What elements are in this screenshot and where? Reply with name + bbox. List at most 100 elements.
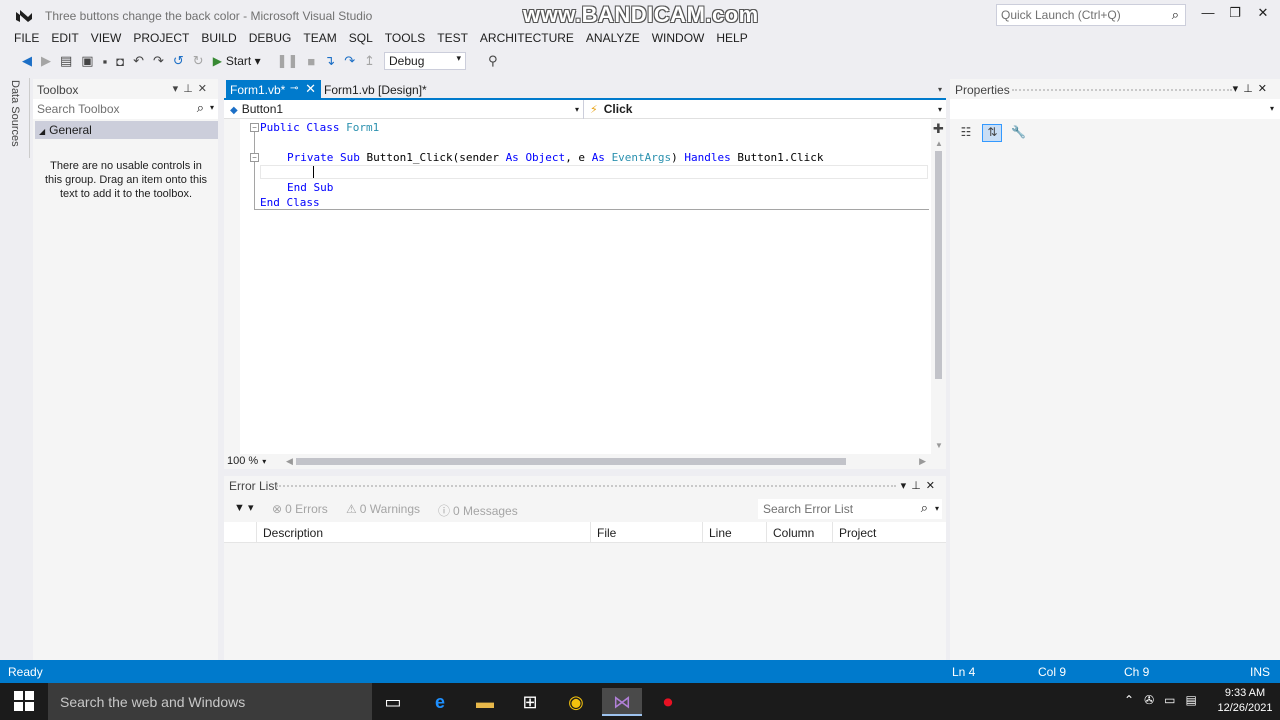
menu-build[interactable]: BUILD	[195, 30, 242, 46]
bandicam-record-icon[interactable]: ⏺	[648, 688, 688, 716]
menu-tools[interactable]: TOOLS	[379, 30, 431, 46]
column-description[interactable]: Description	[256, 522, 590, 543]
taskbar-clock[interactable]: 9:33 AM 12/26/2021	[1214, 686, 1276, 716]
toolbox-group-general[interactable]: ◢ General	[35, 121, 218, 139]
dropdown-icon[interactable]: ▾	[1233, 83, 1244, 95]
property-pages-icon[interactable]: 🔧	[1009, 125, 1029, 143]
close-icon[interactable]: ✕	[1258, 83, 1272, 95]
menu-window[interactable]: WINDOW	[646, 30, 711, 46]
visual-studio-taskbar-icon[interactable]: ⋈	[602, 688, 642, 716]
step-over-icon[interactable]: ↷	[344, 53, 355, 69]
navigate-back-icon[interactable]: ◀	[22, 53, 32, 69]
pin-icon[interactable]: ⊥	[1243, 83, 1258, 95]
split-window-icon[interactable]: ✚	[933, 121, 944, 137]
scroll-right-icon[interactable]: ▶	[919, 456, 926, 467]
menu-analyze[interactable]: ANALYZE	[580, 30, 646, 46]
column-icon[interactable]	[224, 522, 256, 543]
pause-icon[interactable]: ❚❚	[277, 53, 299, 69]
properties-object-select[interactable]: ▾	[950, 99, 1280, 119]
solution-configuration-select[interactable]: Debug ▾	[384, 52, 466, 70]
notifications-icon[interactable]: ▤	[1186, 693, 1197, 707]
tab-form1-vb[interactable]: Form1.vb* ⊸ ✕	[226, 80, 321, 99]
column-line[interactable]: Line	[702, 522, 766, 543]
chevron-down-icon[interactable]: ▾	[935, 504, 939, 513]
close-icon[interactable]: ✕	[926, 480, 940, 492]
event-dropdown[interactable]: ⚡ Click ▾	[586, 100, 946, 119]
code-editor[interactable]: − − Public Class Form1 Private Sub Butto…	[224, 119, 931, 454]
drag-grip[interactable]	[276, 485, 896, 487]
file-explorer-icon[interactable]: ▬	[465, 688, 505, 716]
menu-edit[interactable]: EDIT	[45, 30, 84, 46]
horizontal-scroll-thumb[interactable]	[296, 458, 846, 465]
close-window-button[interactable]: ✕	[1252, 5, 1274, 23]
edge-browser-icon[interactable]: e	[420, 688, 460, 716]
quick-launch-input[interactable]: Quick Launch (Ctrl+Q) ⌕	[996, 4, 1186, 26]
column-column[interactable]: Column	[766, 522, 832, 543]
show-hidden-icons-icon[interactable]: ⌃	[1124, 693, 1134, 707]
restore-button[interactable]: ❐	[1224, 5, 1246, 23]
dropdown-icon[interactable]: ▾	[173, 83, 184, 95]
error-list-search-input[interactable]: Search Error List ⌕ ▾	[758, 499, 942, 519]
store-icon[interactable]: ⊞	[510, 688, 550, 716]
dropdown-icon[interactable]: ▾	[901, 480, 912, 492]
editor-vertical-scrollbar[interactable]: ✚ ▲ ▼	[931, 119, 946, 454]
save-all-icon[interactable]: ◘	[116, 54, 124, 69]
column-file[interactable]: File	[590, 522, 702, 543]
data-sources-tab[interactable]: Data Sources	[9, 80, 21, 147]
collapse-sub-icon[interactable]: −	[250, 153, 259, 162]
chrome-icon[interactable]: ◉	[556, 688, 596, 716]
errors-filter-button[interactable]: ⊗ 0 Errors	[272, 502, 328, 516]
comment-icon[interactable]: ↶	[133, 53, 144, 69]
redo-icon[interactable]: ↻	[193, 53, 204, 69]
menu-project[interactable]: PROJECT	[127, 30, 195, 46]
minimize-button[interactable]: —	[1197, 5, 1219, 23]
tab-overflow-icon[interactable]: ▾	[938, 85, 942, 94]
task-view-icon[interactable]: ▭	[373, 688, 413, 716]
new-project-icon[interactable]: ▤	[60, 53, 72, 69]
scroll-left-icon[interactable]: ◀	[286, 456, 293, 467]
menu-file[interactable]: FILE	[8, 30, 45, 46]
menu-sql[interactable]: SQL	[343, 30, 379, 46]
collapse-class-icon[interactable]: −	[250, 123, 259, 132]
drag-grip[interactable]	[1012, 89, 1232, 91]
close-icon[interactable]: ✕	[198, 83, 212, 95]
object-dropdown[interactable]: ◆ Button1 ▾	[224, 100, 584, 119]
toolbox-search-input[interactable]: Search Toolbox ⌕ ▾	[33, 99, 218, 119]
step-into-icon[interactable]: ↴	[324, 53, 335, 69]
uncomment-icon[interactable]: ↷	[153, 53, 164, 69]
menu-test[interactable]: TEST	[431, 30, 474, 46]
open-file-icon[interactable]: ▣	[81, 53, 93, 69]
filter-icon[interactable]: ▼ ▾	[234, 501, 253, 514]
menu-debug[interactable]: DEBUG	[243, 30, 298, 46]
battery-icon[interactable]: ▭	[1164, 693, 1175, 707]
scroll-thumb[interactable]	[935, 151, 942, 379]
close-tab-icon[interactable]: ✕	[305, 81, 316, 97]
chevron-down-icon[interactable]: ▾	[210, 103, 214, 112]
undo-icon[interactable]: ↺	[173, 53, 184, 69]
save-icon[interactable]: ▪	[103, 54, 108, 69]
scroll-down-icon[interactable]: ▼	[935, 441, 943, 450]
navigate-forward-icon[interactable]: ▶	[41, 53, 51, 69]
alphabetical-icon[interactable]: ⇅	[982, 124, 1003, 142]
warnings-filter-button[interactable]: ⚠ 0 Warnings	[346, 502, 420, 516]
step-out-icon[interactable]: ↥	[364, 53, 375, 69]
pin-icon[interactable]: ⊥	[183, 83, 198, 95]
stop-icon[interactable]: ■	[307, 54, 315, 69]
zoom-select[interactable]: 100 % ▾	[226, 455, 282, 468]
menu-view[interactable]: VIEW	[85, 30, 128, 46]
tab-form1-design[interactable]: Form1.vb [Design]*	[324, 80, 427, 99]
start-debugging-button[interactable]: ▶ Start ▾	[213, 54, 261, 68]
menu-architecture[interactable]: ARCHITECTURE	[474, 30, 580, 46]
find-in-files-icon[interactable]: ⚲	[488, 53, 498, 69]
scroll-up-icon[interactable]: ▲	[935, 139, 943, 148]
menu-team[interactable]: TEAM	[297, 30, 342, 46]
pin-icon[interactable]: ⊸	[290, 83, 298, 94]
column-project[interactable]: Project	[832, 522, 946, 543]
windows-start-icon[interactable]	[14, 691, 34, 711]
categorized-icon[interactable]: ☷	[956, 125, 976, 143]
pin-icon[interactable]: ⊥	[911, 480, 926, 492]
messages-filter-button[interactable]: ⓘ 0 Messages	[438, 502, 518, 519]
taskbar-search-input[interactable]: Search the web and Windows	[48, 683, 372, 720]
network-icon[interactable]: ✇	[1144, 693, 1154, 707]
menu-help[interactable]: HELP	[710, 30, 753, 46]
